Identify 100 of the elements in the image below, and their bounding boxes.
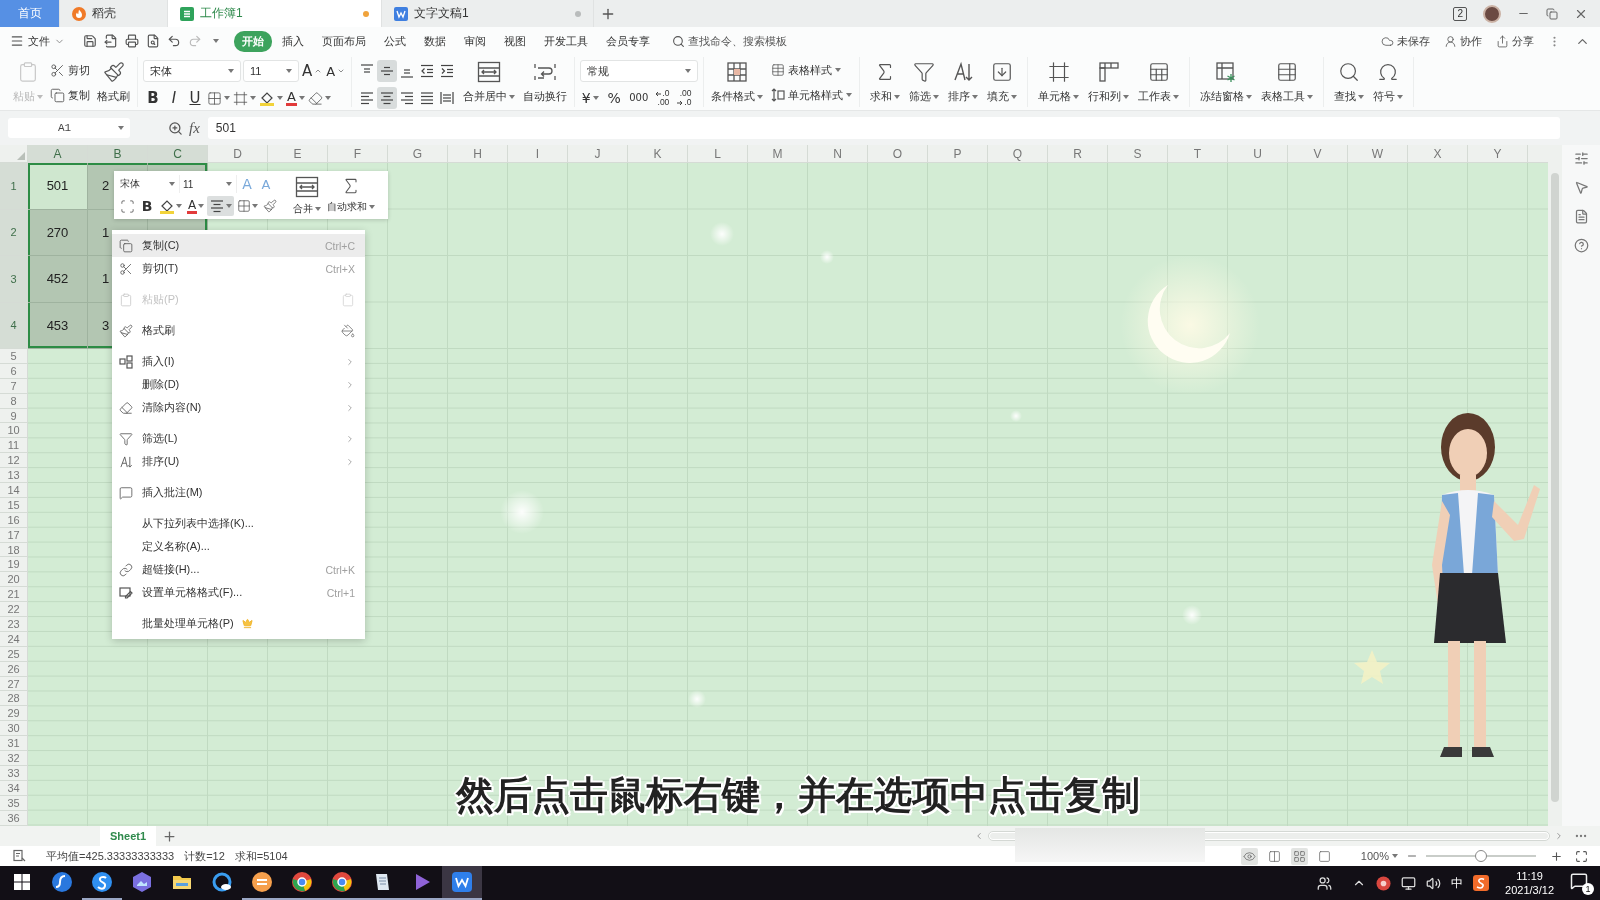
percent-button[interactable]: %: [604, 87, 625, 109]
sort-button[interactable]: 排序: [946, 57, 981, 107]
conditional-format-button[interactable]: 条件格式: [709, 57, 766, 107]
menu-item[interactable]: 筛选(L): [112, 427, 365, 450]
menu-item[interactable]: 定义名称(A)...: [112, 535, 365, 558]
view-mode-button[interactable]: [1290, 847, 1308, 865]
save-status-button[interactable]: 未保存: [1381, 33, 1430, 49]
menu-item[interactable]: 批量处理单元格(P): [112, 612, 365, 635]
zoom-in-icon[interactable]: [1550, 849, 1563, 863]
column-header[interactable]: B: [88, 145, 148, 162]
menu-item[interactable]: 从下拉列表中选择(K)...: [112, 512, 365, 535]
network-icon[interactable]: [1401, 875, 1417, 891]
view-mode-button[interactable]: [1240, 847, 1258, 865]
menu-item[interactable]: 插入批注(M): [112, 481, 365, 504]
ribbon-tab[interactable]: 页面布局: [314, 30, 374, 52]
symbol-button[interactable]: 符号: [1371, 57, 1406, 107]
column-header[interactable]: C: [148, 145, 208, 162]
currency-button[interactable]: ¥: [580, 87, 601, 109]
menu-item[interactable]: 删除(D): [112, 373, 365, 396]
row-header[interactable]: 19: [0, 557, 28, 573]
add-sheet-button[interactable]: [162, 828, 178, 844]
menu-item[interactable]: 清除内容(N): [112, 396, 365, 419]
table-style-button[interactable]: 表格样式: [769, 60, 855, 80]
fill-button[interactable]: 填充: [985, 57, 1020, 107]
scrollbar-thumb[interactable]: [1551, 173, 1559, 802]
sheet-tab[interactable]: Sheet1: [100, 826, 157, 846]
column-header[interactable]: A: [28, 145, 88, 162]
row-header[interactable]: 29: [0, 706, 28, 722]
notification-button[interactable]: 1: [1570, 871, 1594, 895]
autosum-button[interactable]: 自动求和: [324, 174, 378, 216]
font-color-button[interactable]: A: [185, 196, 207, 216]
ribbon-tab[interactable]: 数据: [416, 30, 454, 52]
ribbon-tab[interactable]: 插入: [274, 30, 312, 52]
row-header[interactable]: 2: [0, 209, 28, 256]
font-size-field[interactable]: 11: [181, 175, 237, 193]
round-app-icon[interactable]: [1376, 875, 1392, 891]
file-menu-button[interactable]: 文件: [10, 33, 69, 49]
ribbon-tab[interactable]: 视图: [496, 30, 534, 52]
decrease-decimal-button[interactable]: .00 .0: [675, 87, 694, 109]
format-painter-button[interactable]: 格式刷: [95, 57, 132, 107]
select-button[interactable]: [1573, 180, 1589, 195]
settings-button[interactable]: [1573, 151, 1589, 166]
row-header[interactable]: 5: [0, 349, 28, 364]
row-header[interactable]: 32: [0, 751, 28, 766]
rows-columns-button[interactable]: 行和列: [1086, 57, 1132, 107]
row-header[interactable]: 1: [0, 163, 28, 210]
thousands-button[interactable]: 000: [628, 87, 650, 109]
menu-item[interactable]: 插入(I): [112, 350, 365, 373]
increase-decimal-button[interactable]: .0 .00: [653, 87, 672, 109]
menu-item[interactable]: 复制(C) Ctrl+C: [112, 234, 365, 257]
help-button[interactable]: [1573, 238, 1589, 253]
row-header[interactable]: 11: [0, 438, 28, 454]
menu-item[interactable]: 超链接(H)... Ctrl+K: [112, 558, 365, 581]
font-size-field[interactable]: 11: [243, 60, 299, 82]
cut-button[interactable]: 剪切: [48, 60, 92, 80]
row-header[interactable]: 21: [0, 587, 28, 603]
slider-thumb[interactable]: [1475, 850, 1487, 862]
row-header[interactable]: 4: [0, 302, 28, 349]
row-header[interactable]: 22: [0, 602, 28, 618]
table-tools-button[interactable]: 表格工具: [1259, 57, 1316, 107]
filter-button[interactable]: 筛选: [907, 57, 942, 107]
restore-button[interactable]: [1546, 7, 1558, 20]
cell-style-button[interactable]: 单元格样式: [769, 85, 855, 105]
sum-button[interactable]: 求和: [868, 57, 903, 107]
copy-button[interactable]: 复制: [48, 85, 92, 105]
ribbon-tab[interactable]: 审阅: [456, 30, 494, 52]
window-count-badge[interactable]: 2: [1453, 6, 1467, 21]
row-header[interactable]: 14: [0, 483, 28, 498]
worksheet-button[interactable]: 工作表: [1136, 57, 1182, 107]
avatar-icon[interactable]: [1483, 4, 1501, 23]
grow-font-button[interactable]: A: [301, 60, 324, 82]
share-button[interactable]: 分享: [1496, 33, 1534, 49]
row-header[interactable]: 12: [0, 453, 28, 469]
find-button[interactable]: 查找: [1332, 57, 1367, 107]
number-format-field[interactable]: 常规: [580, 60, 699, 82]
ribbon-tab[interactable]: 公式: [376, 30, 414, 52]
wrap-text-button[interactable]: 自动换行: [521, 57, 570, 107]
command-search-field[interactable]: 查找命令、搜索模板: [688, 35, 798, 47]
row-header[interactable]: 20: [0, 572, 28, 588]
menu-item[interactable]: 排序(U): [112, 450, 365, 473]
merge-button[interactable]: 合并: [290, 174, 324, 216]
zoom-level-button[interactable]: 100%: [1360, 850, 1398, 862]
document-tab[interactable]: 工作簿1: [168, 0, 382, 27]
row-header[interactable]: 28: [0, 691, 28, 707]
fullscreen-icon[interactable]: [1575, 849, 1588, 863]
ribbon-tab[interactable]: 会员专享: [598, 30, 658, 52]
bold-button[interactable]: B: [143, 87, 163, 109]
document-icon[interactable]: [12, 849, 26, 863]
formula-input[interactable]: 501: [207, 117, 1560, 139]
ribbon-tab[interactable]: 开发工具: [536, 30, 596, 52]
underline-button[interactable]: U: [185, 87, 205, 109]
align-button[interactable]: [207, 196, 235, 216]
input-method-indicator[interactable]: 中: [1451, 874, 1464, 892]
function-button[interactable]: fx: [189, 119, 200, 137]
name-box[interactable]: A1: [8, 118, 130, 138]
cell-button[interactable]: 单元格: [1036, 57, 1082, 107]
merge-center-button[interactable]: 合并居中: [461, 57, 518, 107]
row-header[interactable]: 31: [0, 736, 28, 752]
row-header[interactable]: 13: [0, 468, 28, 483]
italic-button[interactable]: I: [164, 87, 184, 109]
